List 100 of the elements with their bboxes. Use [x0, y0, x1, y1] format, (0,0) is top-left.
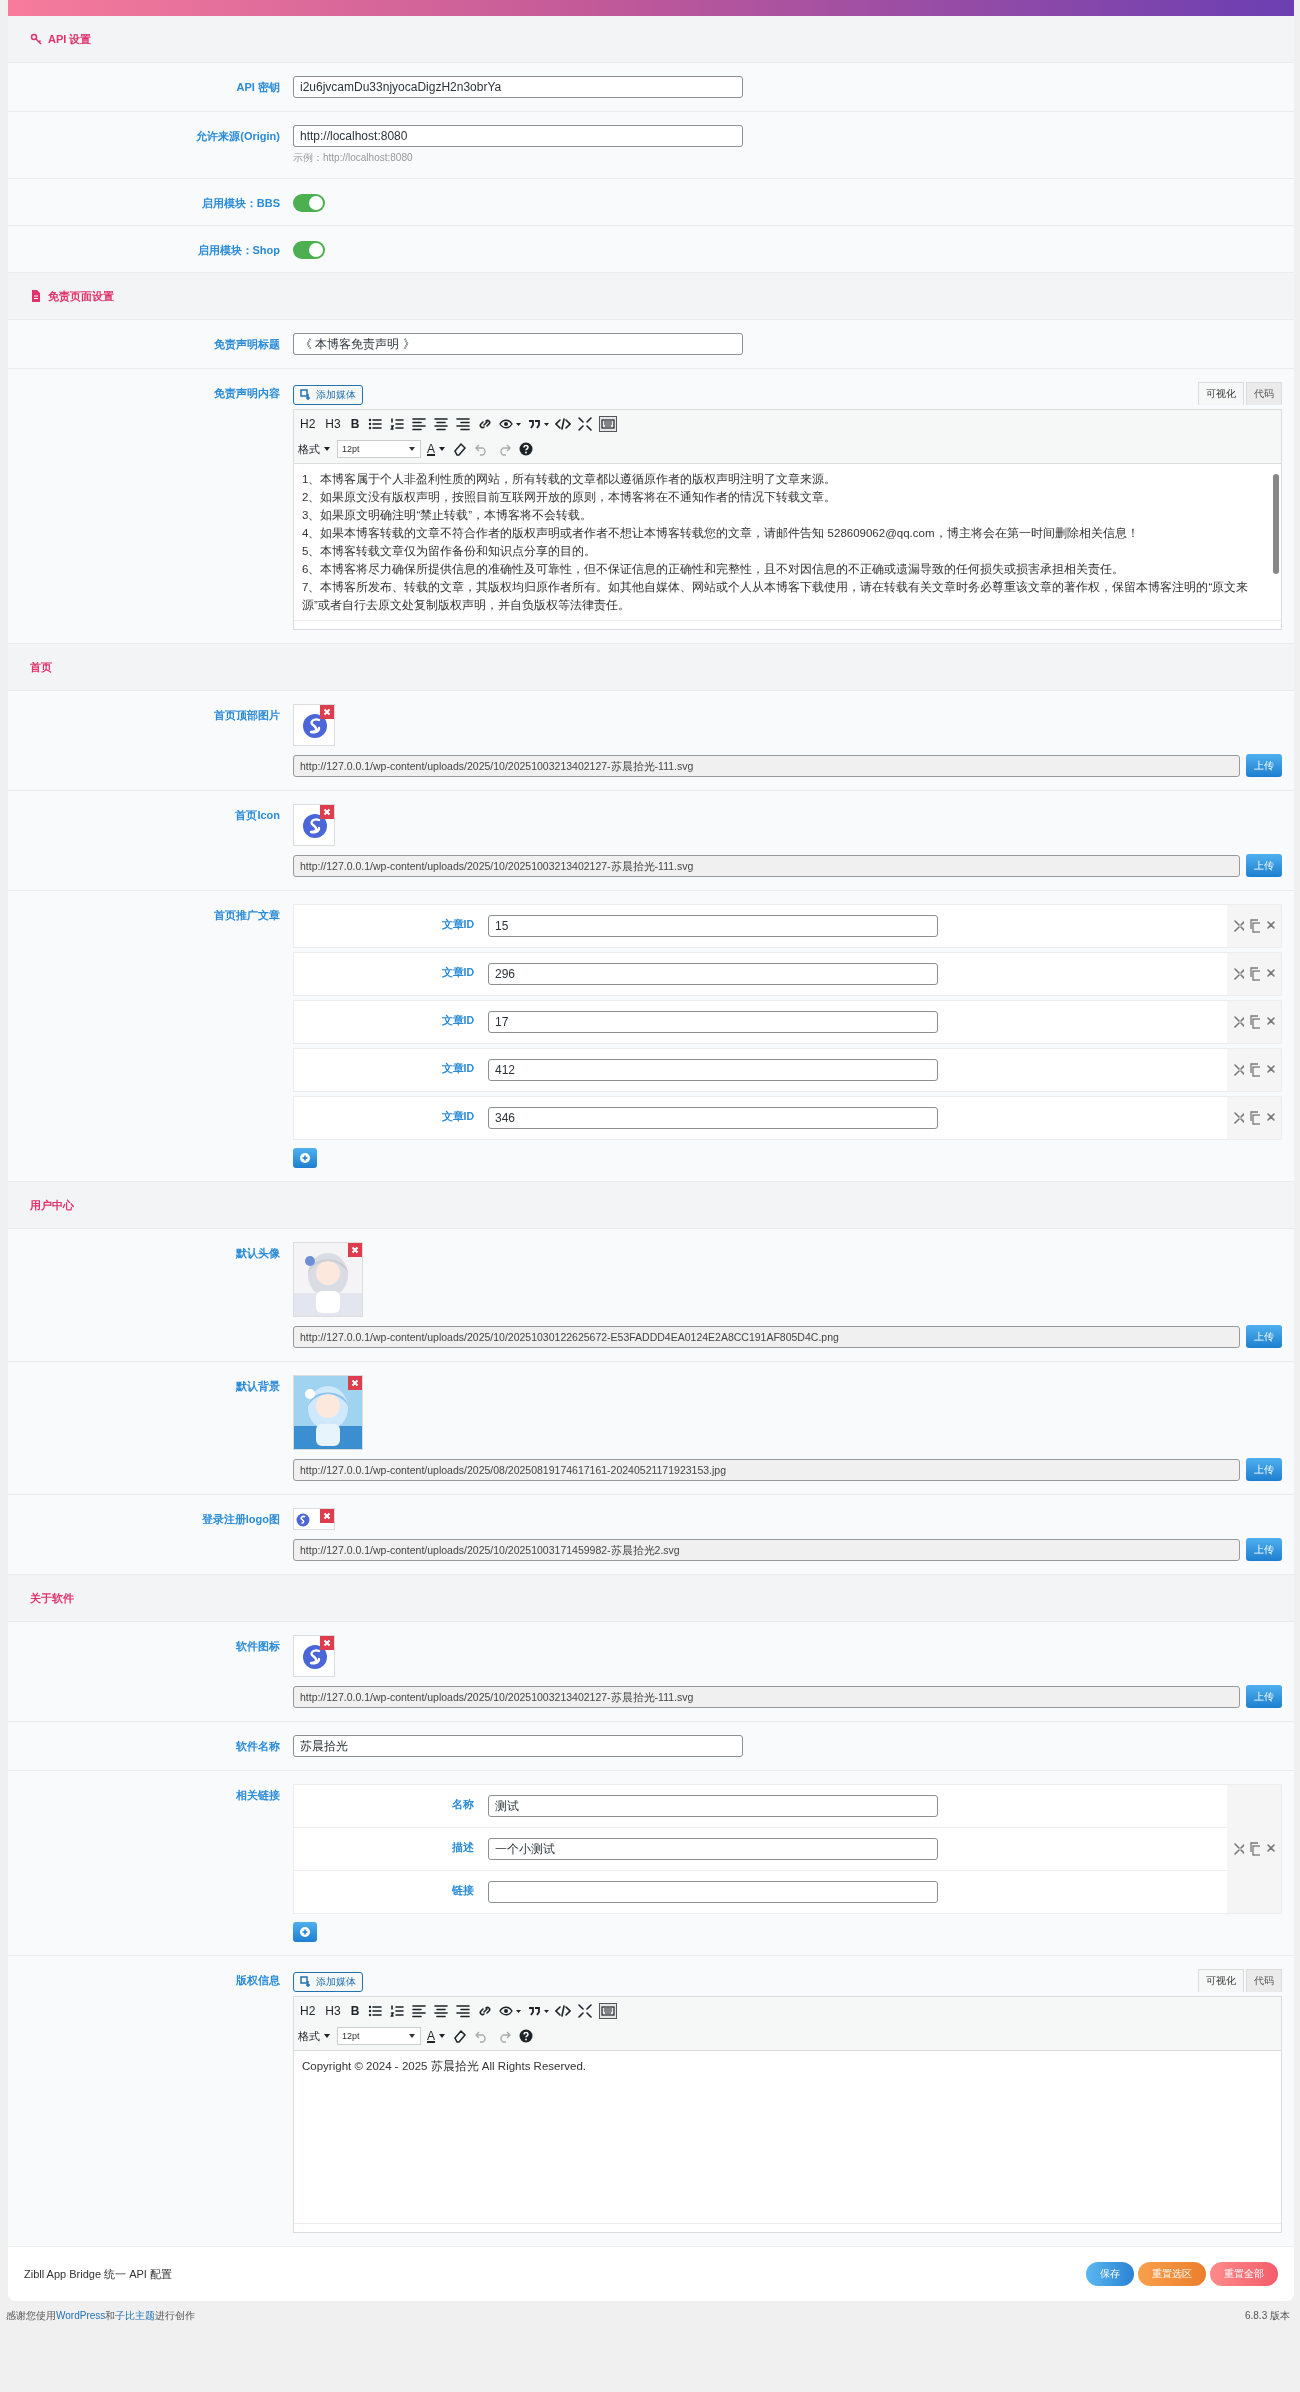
field-label: 免责声明标题 [213, 337, 280, 352]
keyboard-icon[interactable] [599, 416, 618, 432]
numbered-list-icon[interactable] [389, 416, 406, 432]
editor-tab[interactable]: 可视化 [1198, 382, 1244, 405]
text-field[interactable]: 17 [488, 1011, 938, 1033]
copy-icon[interactable] [1248, 966, 1260, 982]
text-color-dropdown[interactable]: A [427, 2029, 446, 2043]
align-left-icon[interactable] [411, 416, 428, 432]
editor-paragraph: 4、如果本博客转载的文章不符合作者的版权声明或者作者不想让本博客转载您的文章，请邮件告知 528609062@qq.com，博主将会在第一时间删除相关信息！ [302, 526, 1140, 541]
add-button[interactable] [293, 1148, 317, 1168]
link[interactable]: WordPress [56, 2310, 106, 2321]
bullet-list-icon[interactable] [367, 416, 384, 432]
copy-icon[interactable] [1248, 1841, 1260, 1857]
field-label: 默认头像 [235, 1246, 280, 1261]
field-label: 文章ID [440, 1109, 474, 1124]
format-dropdown[interactable]: 格式 [298, 2028, 331, 2044]
thanks-text: 感谢您使用WordPress和子比主题进行创作 [6, 2309, 196, 2323]
fullscreen-icon[interactable] [577, 416, 594, 432]
text-field[interactable]: 测试 [488, 1795, 938, 1817]
version-text: 6.8.3 版本 [1244, 2309, 1290, 2323]
align-left-icon[interactable] [411, 2003, 428, 2019]
text-field[interactable]: 一个小测试 [488, 1838, 938, 1860]
align-center-icon[interactable] [433, 416, 450, 432]
url-field[interactable]: http://127.0.0.1/wp-content/uploads/2025/10/20251003171459982-苏晨拾光2.svg [293, 1538, 1240, 1561]
caret-icon [438, 2032, 446, 2040]
heading-button[interactable]: H2 [298, 417, 318, 431]
help-icon[interactable] [518, 441, 534, 457]
field-label: 首页Icon [234, 808, 280, 823]
field-label: 文章ID [440, 1061, 474, 1076]
numbered-list-icon[interactable] [389, 2003, 406, 2019]
field-label: 启用模块：BBS [200, 196, 280, 211]
editor-paragraph: 3、如果原文明确注明“禁止转载”，本博客将不会转载。 [302, 508, 594, 523]
field-label: 版权信息 [235, 1973, 280, 1988]
heading-button[interactable]: H3 [323, 2004, 343, 2018]
copy-icon[interactable] [1248, 1014, 1260, 1030]
plus-icon [300, 1927, 310, 1937]
editor-paragraph: Copyright © 2024 - 2025 苏晨拾光 All Rights Reserved. [302, 2059, 588, 2074]
text-field[interactable]: 《 本博客免责声明 》 [293, 333, 743, 355]
bullet-list-icon[interactable] [367, 2003, 384, 2019]
text-field[interactable]: 苏晨拾光 [293, 1735, 743, 1757]
footer-caption: Zibll App Bridge 统一 API 配置 [24, 2266, 172, 2282]
editor-body[interactable]: Copyright © 2024 - 2025 苏晨拾光 All Rights Reserved. [294, 2051, 1281, 2223]
heading-button[interactable]: H2 [298, 2004, 318, 2018]
toggle-switch[interactable] [293, 194, 325, 212]
url-field[interactable]: http://127.0.0.1/wp-content/uploads/2025/10/20251003213402127-苏晨拾光-111.svg [293, 754, 1240, 777]
field-label: 名称 [451, 1797, 474, 1812]
bold-button[interactable]: B [348, 2004, 362, 2018]
text-field[interactable]: 346 [488, 1107, 938, 1129]
editor-paragraph: 5、本博客转载文章仅为留作备份和知识点分享的目的。 [302, 544, 598, 559]
url-field[interactable]: http://127.0.0.1/wp-content/uploads/2025/10/20251003213402127-苏晨拾光-111.svg [293, 854, 1240, 877]
copy-icon[interactable] [1248, 1062, 1260, 1078]
editor-tab[interactable]: 可视化 [1198, 1969, 1244, 1992]
text-field[interactable] [488, 1881, 938, 1903]
text-field[interactable]: 412 [488, 1059, 938, 1081]
field-label: 免责声明内容 [213, 386, 280, 401]
font-size-select[interactable]: 12pt [337, 2027, 421, 2045]
eraser-icon[interactable] [452, 441, 468, 457]
field-label: 允许来源(Origin) [195, 129, 280, 144]
url-field[interactable]: http://127.0.0.1/wp-content/uploads/2025/08/20250819174617161-20240521171923153.jpg [293, 1458, 1240, 1481]
media-icon [300, 1976, 312, 1988]
editor-tab[interactable]: 代码 [1246, 382, 1282, 405]
text-field[interactable]: http://localhost:8080 [293, 125, 743, 147]
field-label: 文章ID [440, 965, 474, 980]
add-button[interactable] [293, 1922, 317, 1942]
text-field[interactable]: 296 [488, 963, 938, 985]
url-field[interactable]: http://127.0.0.1/wp-content/uploads/2025/10/20251003213402127-苏晨拾光-111.svg [293, 1685, 1240, 1708]
fullscreen-icon[interactable] [577, 2003, 594, 2019]
editor-paragraph: 6、本博客将尽力确保所提供信息的准确性及可靠性，但不保证信息的正确性和完整性，且不对因信息的不正确或遗漏导致的任何损失或损害承担相关责任。 [302, 562, 1126, 577]
add-media-button[interactable]: 添加媒体 [293, 385, 363, 405]
font-size-select[interactable]: 12pt [337, 440, 421, 458]
bold-button[interactable]: B [348, 417, 362, 431]
section-title: API 设置 [48, 31, 92, 47]
text-field[interactable]: 15 [488, 915, 938, 937]
link[interactable]: 子比主题 [115, 2310, 156, 2321]
url-field[interactable]: http://127.0.0.1/wp-content/uploads/2025/10/20251030122625672-E53FADDD4EA0124E2A8CC191AF805D4C.png [293, 1325, 1240, 1348]
logo-icon [296, 1513, 310, 1527]
format-dropdown[interactable]: 格式 [298, 441, 331, 457]
keyboard-icon[interactable] [599, 2003, 618, 2019]
align-right-icon[interactable] [455, 2003, 472, 2019]
editor-tab[interactable]: 代码 [1246, 1969, 1282, 1992]
section-title: 关于软件 [30, 1590, 74, 1606]
text-color-dropdown[interactable]: A [427, 442, 446, 456]
code-icon[interactable] [555, 416, 572, 432]
align-right-icon[interactable] [455, 416, 472, 432]
help-icon[interactable] [518, 2028, 534, 2044]
caret-icon [408, 2032, 416, 2040]
copy-icon[interactable] [1248, 1110, 1260, 1126]
editor-paragraph: 1、本博客属于个人非盈利性质的网站，所有转载的文章都以遵循原作者的版权声明注明了文章来源。 [302, 472, 838, 487]
text-field[interactable]: i2u6jvcamDu33njyocaDigzH2n3obrYa [293, 76, 743, 98]
toggle-switch[interactable] [293, 241, 325, 259]
field-label: 软件名称 [235, 1739, 280, 1754]
code-icon[interactable] [555, 2003, 572, 2019]
field-label: 登录注册logo图 [200, 1512, 280, 1527]
logo-icon [302, 713, 328, 739]
align-center-icon[interactable] [433, 2003, 450, 2019]
copy-icon[interactable] [1248, 918, 1260, 934]
eraser-icon[interactable] [452, 2028, 468, 2044]
heading-button[interactable]: H3 [323, 417, 343, 431]
add-media-button[interactable]: 添加媒体 [293, 1972, 363, 1992]
field-label: API 密钥 [235, 80, 280, 95]
